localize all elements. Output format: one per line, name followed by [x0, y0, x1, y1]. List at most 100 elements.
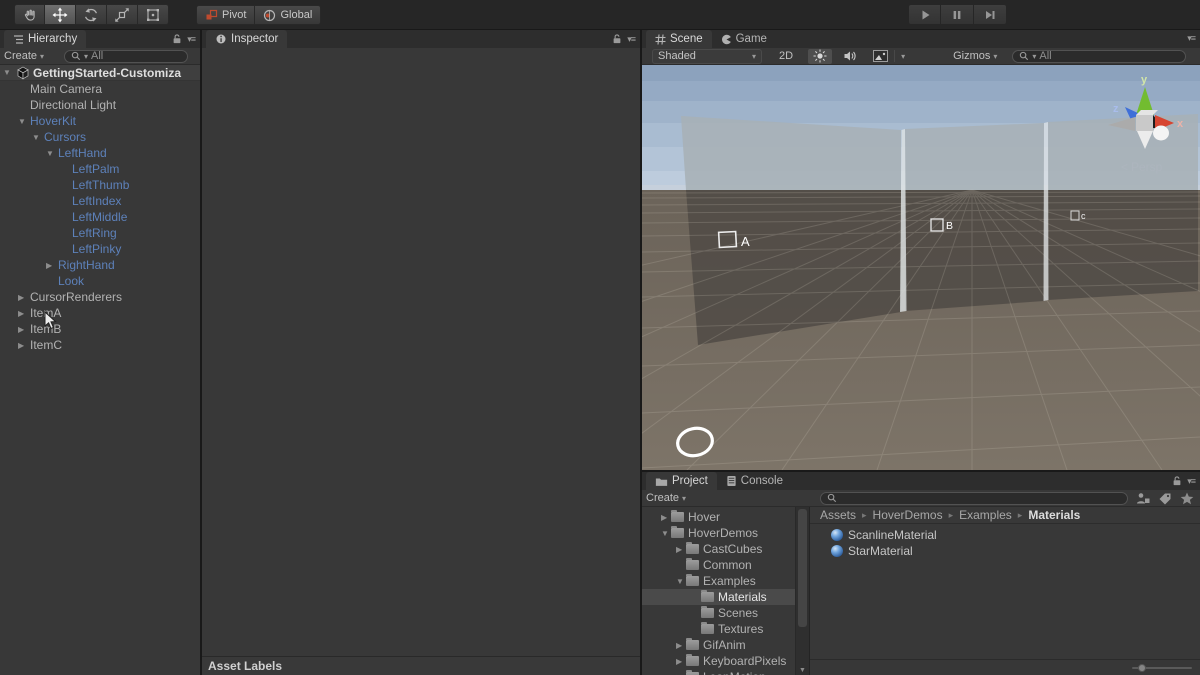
hierarchy-item-righthand[interactable]: ▶RightHand: [0, 257, 200, 273]
tab-inspector[interactable]: Inspector: [206, 30, 287, 48]
breadcrumb-item[interactable]: Examples: [959, 508, 1012, 522]
hierarchy-item-cursorrenderers[interactable]: ▶CursorRenderers: [0, 289, 200, 305]
tab-console[interactable]: Console: [717, 472, 792, 490]
gizmo-cube[interactable]: [1136, 115, 1153, 131]
hierarchy-item-itema[interactable]: ▶ItemA: [0, 305, 200, 321]
foldout-icon[interactable]: ▶: [676, 657, 686, 666]
scale-tool-button[interactable]: [107, 4, 138, 25]
lock-icon[interactable]: [611, 33, 623, 45]
hierarchy-item-leftpinky[interactable]: LeftPinky: [0, 241, 200, 257]
hierarchy-item-main-camera[interactable]: Main Camera: [0, 81, 200, 97]
lighting-toggle-button[interactable]: [808, 49, 832, 64]
tab-hierarchy[interactable]: Hierarchy: [4, 30, 86, 48]
scrollbar-down-arrow[interactable]: ▼: [796, 667, 809, 674]
project-folder-examples[interactable]: ▼Examples: [642, 573, 795, 589]
foldout-icon[interactable]: ▼: [46, 149, 58, 158]
foldout-icon[interactable]: ▶: [18, 325, 30, 334]
asset-labels-bar[interactable]: Asset Labels: [202, 656, 640, 675]
2d-toggle-button[interactable]: 2D: [774, 49, 798, 64]
effects-dropdown-button[interactable]: ▾: [868, 49, 910, 64]
foldout-icon[interactable]: ▼: [18, 117, 30, 126]
play-button[interactable]: [908, 4, 941, 25]
scene-header-row[interactable]: ▼ GettingStarted-Customiza: [0, 65, 200, 81]
scrollbar-thumb[interactable]: [798, 509, 807, 627]
pause-button[interactable]: [941, 4, 974, 25]
project-folder-hoverdemos[interactable]: ▼HoverDemos: [642, 525, 795, 541]
hierarchy-item-leftmiddle[interactable]: LeftMiddle: [0, 209, 200, 225]
foldout-icon[interactable]: ▶: [18, 341, 30, 350]
hierarchy-item-cursors[interactable]: ▼Cursors: [0, 129, 200, 145]
project-folder-scenes[interactable]: Scenes: [642, 605, 795, 621]
panel-menu-icon[interactable]: ▾≡: [1187, 33, 1195, 44]
breadcrumb-item[interactable]: Materials: [1028, 508, 1080, 522]
move-tool-button[interactable]: [45, 4, 76, 25]
lock-icon[interactable]: [1171, 475, 1183, 487]
project-tree-scrollbar[interactable]: ▼: [795, 507, 809, 675]
project-create-button[interactable]: Create▾: [646, 492, 686, 504]
project-search-input[interactable]: [820, 492, 1128, 505]
hierarchy-item-hoverkit[interactable]: ▼HoverKit: [0, 113, 200, 129]
panel-menu-icon[interactable]: ▾≡: [627, 34, 635, 45]
hierarchy-create-button[interactable]: Create▾: [4, 50, 44, 62]
hierarchy-item-directional-light[interactable]: Directional Light: [0, 97, 200, 113]
foldout-icon[interactable]: ▼: [676, 577, 686, 586]
foldout-icon[interactable]: ▶: [676, 641, 686, 650]
hierarchy-item-look[interactable]: Look: [0, 273, 200, 289]
project-folder-common[interactable]: Common: [642, 557, 795, 573]
scene-viewport[interactable]: A B c y z x <: [642, 65, 1200, 470]
persp-label[interactable]: Persp: [1131, 160, 1163, 174]
search-by-type-icon[interactable]: [1136, 492, 1150, 505]
audio-toggle-button[interactable]: [838, 49, 862, 64]
hierarchy-item-lefthand[interactable]: ▼LeftHand: [0, 145, 200, 161]
hierarchy-item-itemc[interactable]: ▶ItemC: [0, 337, 200, 353]
asset-starmaterial[interactable]: StarMaterial: [810, 543, 1200, 559]
panel-menu-icon[interactable]: ▾≡: [1187, 476, 1195, 487]
project-folder-gifanim[interactable]: ▶GifAnim: [642, 637, 795, 653]
foldout-icon[interactable]: ▶: [46, 261, 58, 270]
breadcrumb-item[interactable]: HoverDemos: [873, 508, 943, 522]
tab-scene[interactable]: Scene: [646, 30, 712, 48]
panel-menu-icon[interactable]: ▾≡: [187, 34, 195, 45]
hierarchy-search-input[interactable]: ▾ All: [64, 50, 188, 63]
hierarchy-item-leftring[interactable]: LeftRing: [0, 225, 200, 241]
tab-project[interactable]: Project: [646, 472, 717, 490]
search-filter-caret-icon[interactable]: ▾: [84, 52, 88, 61]
slider-knob[interactable]: [1138, 664, 1146, 672]
global-toggle-button[interactable]: Global: [255, 5, 321, 25]
project-folder-leapmotion[interactable]: ▶LeapMotion: [642, 669, 795, 675]
scene-toolbar: Shaded▾ 2D ▾ Gizmos▾ ▾ All: [642, 48, 1200, 65]
hierarchy-item-leftindex[interactable]: LeftIndex: [0, 193, 200, 209]
pivot-toggle-button[interactable]: Pivot: [196, 5, 255, 25]
breadcrumb-item[interactable]: Assets: [820, 508, 856, 522]
project-folder-textures[interactable]: Textures: [642, 621, 795, 637]
project-folder-castcubes[interactable]: ▶CastCubes: [642, 541, 795, 557]
tab-game[interactable]: Game: [712, 30, 776, 48]
axis-sphere-white[interactable]: [1153, 126, 1169, 141]
foldout-icon[interactable]: ▶: [18, 293, 30, 302]
search-filter-caret-icon[interactable]: ▾: [1032, 52, 1036, 61]
gizmos-dropdown[interactable]: Gizmos▾: [948, 49, 1002, 64]
foldout-icon[interactable]: ▼: [3, 68, 13, 77]
project-folder-hover[interactable]: ▶Hover: [642, 509, 795, 525]
foldout-icon[interactable]: ▼: [32, 133, 44, 142]
rect-tool-button[interactable]: [138, 4, 169, 25]
favorite-star-icon[interactable]: [1180, 492, 1194, 505]
project-folder-keyboardpixels[interactable]: ▶KeyboardPixels: [642, 653, 795, 669]
rotate-tool-button[interactable]: [76, 4, 107, 25]
search-by-label-icon[interactable]: [1158, 492, 1172, 505]
foldout-icon[interactable]: ▶: [18, 309, 30, 318]
shading-mode-dropdown[interactable]: Shaded▾: [652, 49, 762, 64]
foldout-icon[interactable]: ▶: [676, 545, 686, 554]
hierarchy-item-leftpalm[interactable]: LeftPalm: [0, 161, 200, 177]
lock-icon[interactable]: [171, 33, 183, 45]
scene-search-input[interactable]: ▾ All: [1012, 50, 1186, 63]
hierarchy-item-leftthumb[interactable]: LeftThumb: [0, 177, 200, 193]
foldout-icon[interactable]: ▼: [661, 529, 671, 538]
step-button[interactable]: [974, 4, 1007, 25]
project-folder-materials[interactable]: Materials: [642, 589, 795, 605]
asset-scanlinematerial[interactable]: ScanlineMaterial: [810, 527, 1200, 543]
hierarchy-item-itemb[interactable]: ▶ItemB: [0, 321, 200, 337]
asset-zoom-slider[interactable]: [1132, 667, 1192, 669]
foldout-icon[interactable]: ▶: [661, 513, 671, 522]
hand-tool-button[interactable]: [14, 4, 45, 25]
